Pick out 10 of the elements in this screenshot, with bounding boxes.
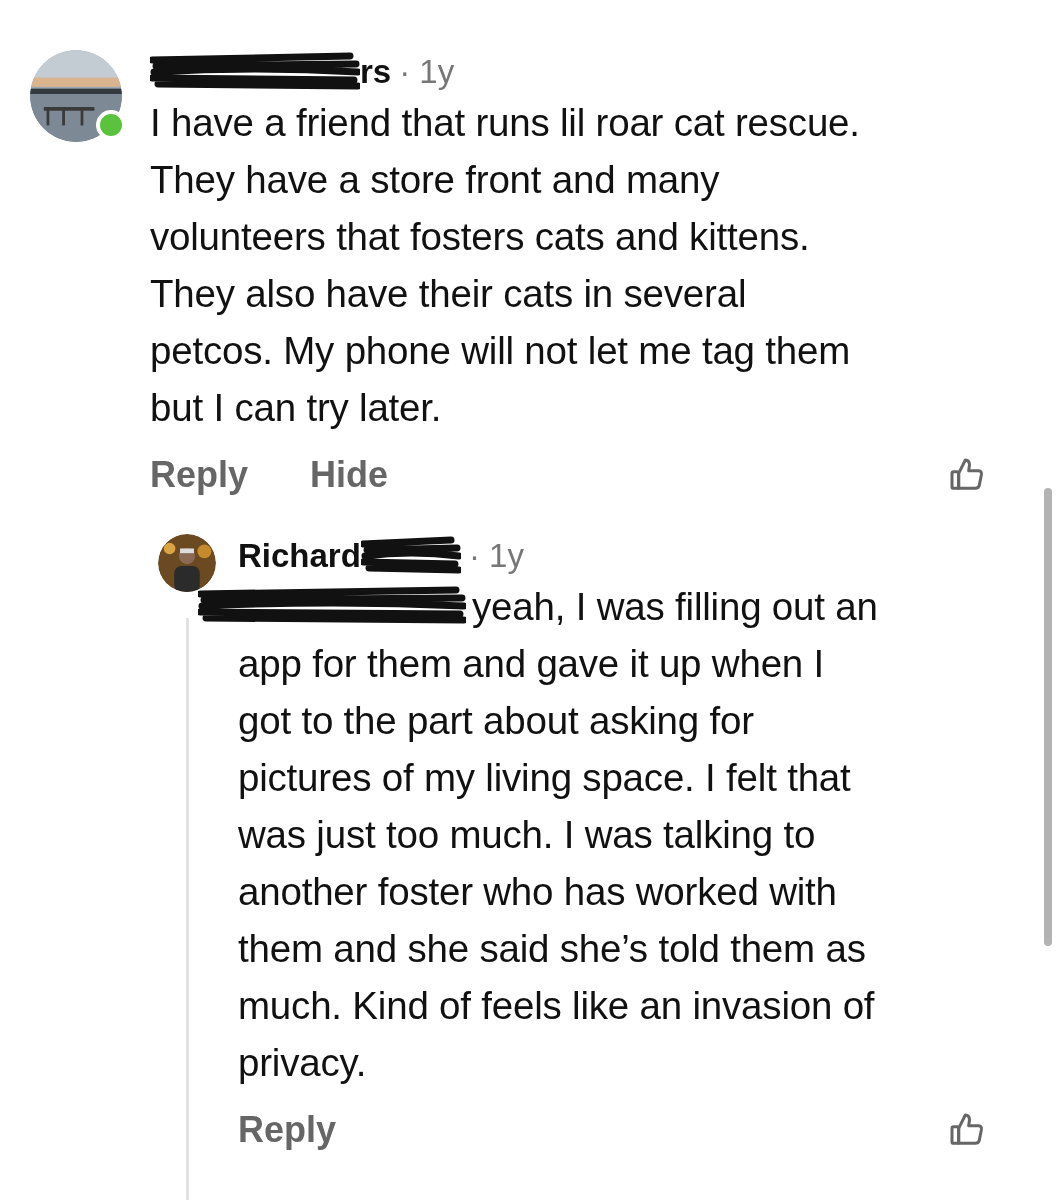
comment-action-link[interactable]: Hide <box>310 454 389 496</box>
comment-text: yeah, I was filling out an app for them and gave it up when I got to the part about asking for pictures of my living space. I felt that was just too much. I was talking to another foster who has worked with them and she said she’s told them as much. Kind of feels like an invasion of privacy. <box>238 584 878 1086</box>
author-name[interactable]: rs <box>360 53 392 91</box>
timestamp: · 1y <box>468 537 524 575</box>
comment-action-link[interactable]: Reply <box>150 454 249 496</box>
comment-text: I have a friend that runs lil roar cat rescue. They have a store front and many volunteers that fosters cats and kittens. They also have their cats in several petcos. My phone will not let me tag them but I can try later. <box>150 100 860 431</box>
author-name[interactable]: Richard <box>238 537 361 575</box>
timestamp: · 1y <box>399 53 455 91</box>
scrollbar[interactable] <box>1044 488 1052 946</box>
comment-action-link[interactable]: Reply <box>238 1109 337 1151</box>
